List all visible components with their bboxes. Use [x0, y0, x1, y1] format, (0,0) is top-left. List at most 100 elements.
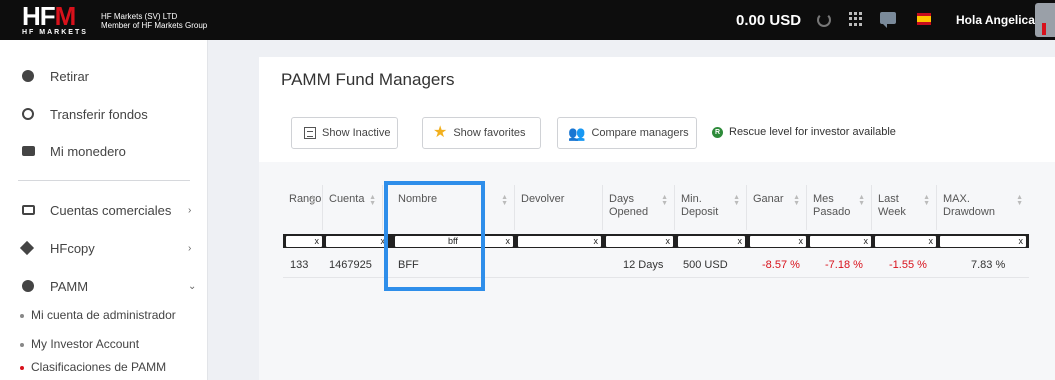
column-header-label-2: Deposit [681, 206, 719, 218]
logo-text: HFM [22, 1, 76, 31]
account-balance: 0.00 USD [736, 12, 802, 29]
compare-managers-button[interactable]: 👥 Compare managers [557, 117, 697, 149]
column-header-label-2: Opened [609, 206, 649, 218]
sort-icon[interactable]: ▲ ▼ [309, 194, 316, 207]
column-header-mes-pasado[interactable]: Mes Pasado ▲ ▼ [807, 185, 872, 230]
apps-grid-icon[interactable] [849, 12, 863, 26]
sidebar-item-label: HFcopy [50, 240, 95, 256]
show-favorites-button[interactable]: ★ Show favorites [422, 117, 541, 149]
hfm-logo[interactable]: HFM HF MARKETS [22, 1, 88, 37]
page-title: PAMM Fund Managers [281, 70, 455, 89]
sidebar-subitem-label: Mi cuenta de administrador [31, 308, 176, 322]
sidebar-item-label: Mi monedero [50, 143, 126, 159]
filter-input-max-drawdown[interactable]: x [940, 236, 1026, 247]
show-inactive-button[interactable]: Show Inactive [291, 117, 398, 149]
filter-input-ganar[interactable]: x [750, 236, 806, 247]
pamm-icon [22, 280, 34, 292]
logo-subtext: HF MARKETS [22, 29, 88, 36]
sidebar-item-transferir[interactable]: Transferir fondos [0, 99, 208, 129]
rescue-level-text: Rescue level for investor available [729, 126, 896, 138]
chevron-down-icon: ⌄ [188, 280, 197, 292]
user-greeting[interactable]: Hola Angelica [956, 13, 1035, 27]
column-header-label-2: Pasado [813, 206, 851, 218]
cell-days-opened: 12 Days [623, 259, 664, 271]
sidebar-item-label: Retirar [50, 68, 90, 84]
column-header-rango[interactable]: Rango ▲ ▼ [283, 185, 323, 230]
sidebar-item-label: PAMM [50, 278, 89, 294]
company-info: HF Markets (SV) LTD Member of HF Markets… [101, 12, 207, 30]
sort-icon[interactable]: ▲ ▼ [501, 194, 508, 207]
filter-input-devolver[interactable]: x [518, 236, 601, 247]
sidebar-item-hfcopy[interactable]: HFcopy › [0, 233, 208, 263]
filter-input-rango[interactable]: x [286, 236, 322, 247]
column-header-label-2: Drawdown [943, 206, 995, 218]
nombre-column-highlight [384, 181, 485, 291]
column-header-devolver[interactable]: Devolver [515, 185, 603, 230]
column-header-days-opened[interactable]: Days Opened ▲ ▼ [603, 185, 675, 230]
sidebar-divider [18, 180, 190, 181]
sidebar-item-pamm[interactable]: PAMM ⌄ [0, 271, 208, 301]
sidebar-item-label: Transferir fondos [50, 106, 148, 122]
bullet-icon [20, 365, 24, 370]
filter-input-last-week[interactable]: x [875, 236, 936, 247]
sort-icon[interactable]: ▲ ▼ [733, 194, 740, 207]
button-label: Show favorites [453, 127, 526, 139]
column-header-min-deposit[interactable]: Min. Deposit ▲ ▼ [675, 185, 747, 230]
cell-rango: 133 [290, 259, 309, 271]
bullet-icon [20, 342, 24, 347]
column-header-cuenta[interactable]: Cuenta ▲ ▼ [323, 185, 383, 230]
sidebar-item-label: Cuentas comerciales [50, 202, 172, 218]
sort-icon[interactable]: ▲ ▼ [369, 194, 376, 207]
filter-input-cuenta[interactable]: x [326, 236, 388, 247]
filter-input-mes-pasado[interactable]: x [810, 236, 871, 247]
sidebar-subitem-investor-account[interactable]: My Investor Account [20, 337, 139, 351]
cell-max-drawdown: 7.83 % [971, 259, 1006, 271]
chart-icon [22, 205, 35, 215]
chevron-right-icon: › [188, 242, 192, 254]
sidebar-item-retirar[interactable]: Retirar [0, 61, 208, 91]
column-header-label-2: Week [878, 206, 906, 218]
withdraw-icon [22, 70, 34, 82]
wallet-icon [22, 146, 35, 156]
column-header-ganar[interactable]: Ganar ▲ ▼ [747, 185, 807, 230]
sort-icon[interactable]: ▲ ▼ [923, 194, 930, 207]
transfer-icon [22, 108, 34, 120]
top-bar: HFM HF MARKETS HF Markets (SV) LTD Membe… [0, 0, 1055, 40]
refresh-icon[interactable] [817, 13, 831, 27]
column-header-label: Rango [289, 193, 322, 205]
cell-ganar: -8.57 % [762, 259, 800, 271]
sidebar-subitem-label: Clasificaciones de PAMM [31, 360, 167, 374]
sidebar-subitem-pamm-rankings[interactable]: Clasificaciones de PAMM [20, 360, 166, 374]
sort-icon[interactable]: ▲ ▼ [661, 194, 668, 207]
star-icon: ★ [433, 124, 448, 141]
sort-icon[interactable]: ▲ ▼ [858, 194, 865, 207]
avatar[interactable] [1035, 3, 1055, 37]
cell-cuenta: 1467925 [329, 259, 372, 271]
filter-input-min-deposit[interactable]: x [678, 236, 745, 247]
column-header-last-week[interactable]: Last Week ▲ ▼ [872, 185, 937, 230]
cell-min-deposit: 500 USD [683, 259, 728, 271]
company-line-2: Member of HF Markets Group [101, 21, 208, 30]
chevron-right-icon: › [188, 204, 192, 216]
company-line-1: HF Markets (SV) LTD [101, 12, 178, 21]
rescue-badge-icon: R [712, 126, 723, 138]
sidebar-item-cuentas[interactable]: Cuentas comerciales › [0, 195, 208, 225]
sidebar-subitem-admin-account[interactable]: Mi cuenta de administrador [20, 308, 176, 322]
column-header-label: Devolver [521, 193, 565, 205]
users-icon: 👥 [568, 125, 586, 141]
column-header-max-drawdown[interactable]: MAX. Drawdown ▲ ▼ [937, 185, 1029, 230]
rescue-level-note: R Rescue level for investor available [712, 126, 896, 138]
sidebar-subitem-label: My Investor Account [31, 337, 140, 351]
filter-input-days-opened[interactable]: x [606, 236, 673, 247]
chat-icon[interactable] [880, 12, 896, 28]
button-label: Compare managers [591, 127, 689, 139]
sort-icon[interactable]: ▲ ▼ [1016, 194, 1023, 207]
cell-mes-pasado: -7.18 % [825, 259, 863, 271]
sort-icon[interactable]: ▲ ▼ [793, 194, 800, 207]
sidebar-item-monedero[interactable]: Mi monedero [0, 136, 208, 166]
cell-last-week: -1.55 % [889, 259, 927, 271]
layers-icon [19, 240, 35, 256]
button-label: Show Inactive [322, 127, 391, 139]
bullet-icon [20, 313, 24, 318]
language-flag-icon[interactable] [917, 13, 931, 25]
